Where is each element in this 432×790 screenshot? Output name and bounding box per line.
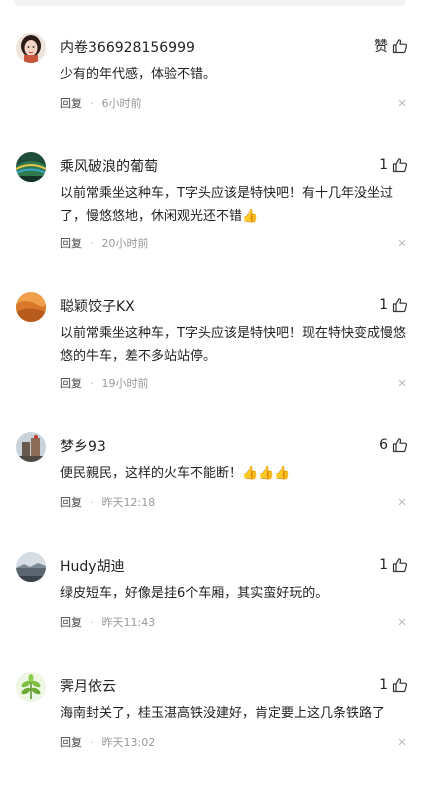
meta-separator: · — [90, 615, 94, 629]
comment-meta: 回复 · 昨天12:18 — [60, 494, 155, 510]
reply-button[interactable]: 回复 — [60, 614, 82, 630]
like-count: 1 — [379, 557, 388, 573]
comment-text: 以前常乘坐这种车，T字头应该是特快吧！现在特快变成慢悠悠的牛车，差不多站站停。 — [60, 326, 406, 364]
thumbs-up-icon — [392, 39, 408, 54]
comment-item: 内卷366928156999 赞 少有的年代感，体验不错。 回复 · 6小时前 — [0, 33, 432, 151]
thumbs-up-icon — [392, 298, 408, 313]
comment-time: 20小时前 — [101, 237, 149, 250]
like-count: 赞 — [374, 39, 388, 55]
comment-text: 以前常乘坐这种车，T字头应该是特快吧！有十几年没坐过了，慢悠悠地，休闲观光还不错… — [60, 186, 393, 224]
thumbs-up-icon — [392, 438, 408, 453]
comment-text: 绿皮短车，好像是挂6个车厢，其实蛮好玩的。 — [60, 586, 329, 601]
meta-separator: · — [90, 376, 94, 390]
close-icon[interactable] — [397, 617, 407, 627]
comment-username[interactable]: 内卷366928156999 — [60, 37, 195, 57]
comment-username[interactable]: 聪颖饺子KX — [60, 296, 135, 316]
comment-meta: 回复 · 昨天11:43 — [60, 614, 155, 630]
comment-username[interactable]: 霁月依云 — [60, 676, 116, 696]
comment-time: 6小时前 — [101, 97, 142, 110]
comment-username[interactable]: 乘风破浪的葡萄 — [60, 156, 158, 176]
thumbs-up-icon — [392, 678, 408, 693]
like-button[interactable]: 1 — [379, 294, 408, 316]
reply-button[interactable]: 回复 — [60, 375, 82, 391]
landscape-icon[interactable] — [16, 152, 46, 182]
comment-time: 19小时前 — [101, 377, 149, 390]
reply-button[interactable]: 回复 — [60, 494, 82, 510]
comment-meta: 回复 · 20小时前 — [60, 235, 149, 251]
thumbs-up-icon — [392, 158, 408, 173]
top-divider-bar — [14, 0, 406, 6]
like-button[interactable]: 1 — [379, 154, 408, 176]
like-count: 1 — [379, 297, 388, 313]
comment-time: 昨天11:43 — [101, 616, 156, 629]
comment-meta: 回复 · 6小时前 — [60, 95, 142, 111]
like-count: 1 — [379, 157, 388, 173]
comment-item: 霁月依云 1 海南封关了，桂玉湛高铁没建好，肯定要上这几条铁路了 回复 · 昨天… — [0, 672, 432, 790]
girl-portrait-icon[interactable] — [16, 33, 46, 63]
comment-item: 乘风破浪的葡萄 1 以前常乘坐这种车，T字头应该是特快吧！有十几年没坐过了，慢悠… — [0, 152, 432, 270]
comment-username[interactable]: 梦乡93 — [60, 436, 106, 456]
comment-item: 梦乡93 6 便民親民，这样的火车不能断！👍👍👍 回复 · 昨天12:18 — [0, 432, 432, 550]
comment-text: 便民親民，这样的火车不能断！👍👍👍 — [60, 466, 291, 481]
comment-text: 海南封关了，桂玉湛高铁没建好，肯定要上这几条铁路了 — [60, 706, 386, 721]
building-photo-icon[interactable] — [16, 432, 46, 462]
like-count: 6 — [379, 437, 388, 453]
sky-photo-icon[interactable] — [16, 552, 46, 582]
like-button[interactable]: 1 — [379, 674, 408, 696]
meta-separator: · — [90, 495, 94, 509]
like-button[interactable]: 1 — [379, 554, 408, 576]
close-icon[interactable] — [397, 98, 407, 108]
comment-time: 昨天13:02 — [101, 736, 156, 749]
comment-meta: 回复 · 19小时前 — [60, 375, 149, 391]
meta-separator: · — [90, 96, 94, 110]
like-count: 1 — [379, 677, 388, 693]
reply-button[interactable]: 回复 — [60, 235, 82, 251]
comment-item: 聪颖饺子KX 1 以前常乘坐这种车，T字头应该是特快吧！现在特快变成慢悠悠的牛车… — [0, 292, 432, 410]
comment-meta: 回复 · 昨天13:02 — [60, 734, 155, 750]
comment-time: 昨天12:18 — [101, 496, 156, 509]
meta-separator: · — [90, 735, 94, 749]
close-icon[interactable] — [397, 497, 407, 507]
close-icon[interactable] — [397, 238, 407, 248]
close-icon[interactable] — [397, 378, 407, 388]
thumbs-up-icon — [392, 558, 408, 573]
reply-button[interactable]: 回复 — [60, 734, 82, 750]
close-icon[interactable] — [397, 737, 407, 747]
like-button[interactable]: 赞 — [374, 35, 408, 57]
comment-item: Hudy胡迪 1 绿皮短车，好像是挂6个车厢，其实蛮好玩的。 回复 · 昨天11… — [0, 552, 432, 670]
comment-username[interactable]: Hudy胡迪 — [60, 556, 125, 576]
desert-icon[interactable] — [16, 292, 46, 322]
leaf-icon[interactable] — [16, 672, 46, 702]
like-button[interactable]: 6 — [379, 434, 408, 456]
comment-text: 少有的年代感，体验不错。 — [60, 67, 217, 82]
reply-button[interactable]: 回复 — [60, 95, 82, 111]
meta-separator: · — [90, 236, 94, 250]
